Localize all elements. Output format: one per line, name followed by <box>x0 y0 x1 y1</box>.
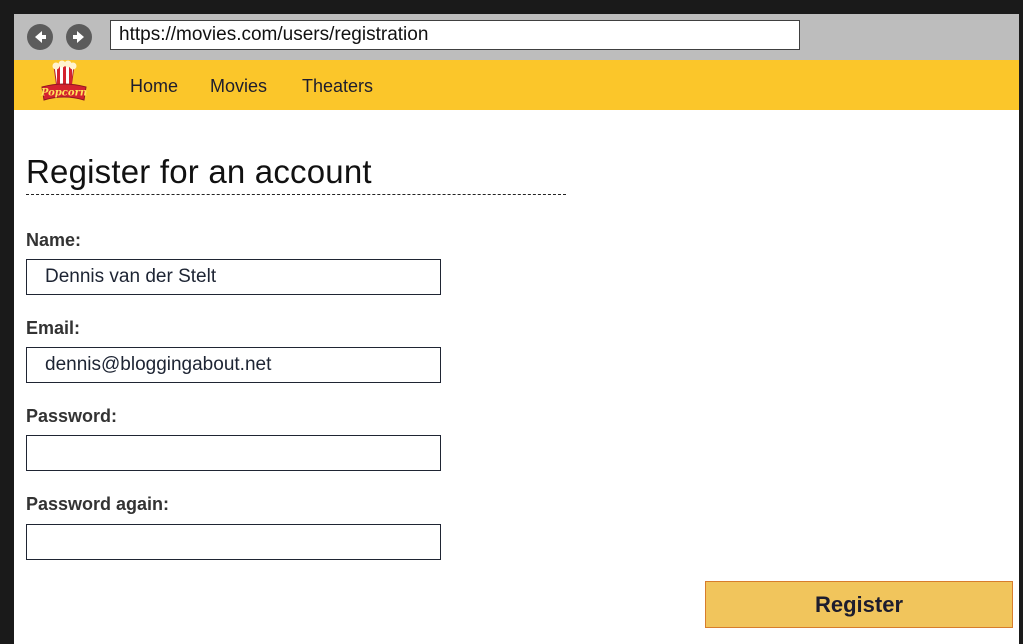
back-arrow-glyph <box>35 31 46 43</box>
name-label: Name: <box>26 230 82 250</box>
password-label: Password: <box>26 406 118 426</box>
register-button[interactable]: Register <box>705 581 1013 628</box>
forward-arrow-icon[interactable] <box>66 24 92 50</box>
nav-home-link[interactable]: Home <box>130 76 178 97</box>
nav-movies-link[interactable]: Movies <box>210 76 267 97</box>
back-arrow-icon[interactable] <box>27 24 53 50</box>
page-title: Register for an account <box>26 153 372 190</box>
logo-text: Popcorn <box>40 88 87 99</box>
password-again-field[interactable] <box>26 524 441 560</box>
browser-toolbar: https://movies.com/users/registration <box>14 14 1019 60</box>
title-divider <box>26 194 566 195</box>
email-label: Email: <box>26 318 81 338</box>
password-again-label: Password again: <box>26 494 170 514</box>
popcorn-logo[interactable]: Popcorn <box>40 60 88 110</box>
password-field[interactable] <box>26 435 441 471</box>
forward-arrow-glyph <box>73 31 84 43</box>
nav-theaters-link[interactable]: Theaters <box>302 76 373 97</box>
name-field[interactable] <box>26 259 441 295</box>
site-header: Popcorn Home Movies Theaters <box>14 60 1019 110</box>
address-bar[interactable]: https://movies.com/users/registration <box>110 20 800 50</box>
email-field[interactable] <box>26 347 441 383</box>
browser-window: https://movies.com/users/registration Po… <box>14 14 1019 644</box>
